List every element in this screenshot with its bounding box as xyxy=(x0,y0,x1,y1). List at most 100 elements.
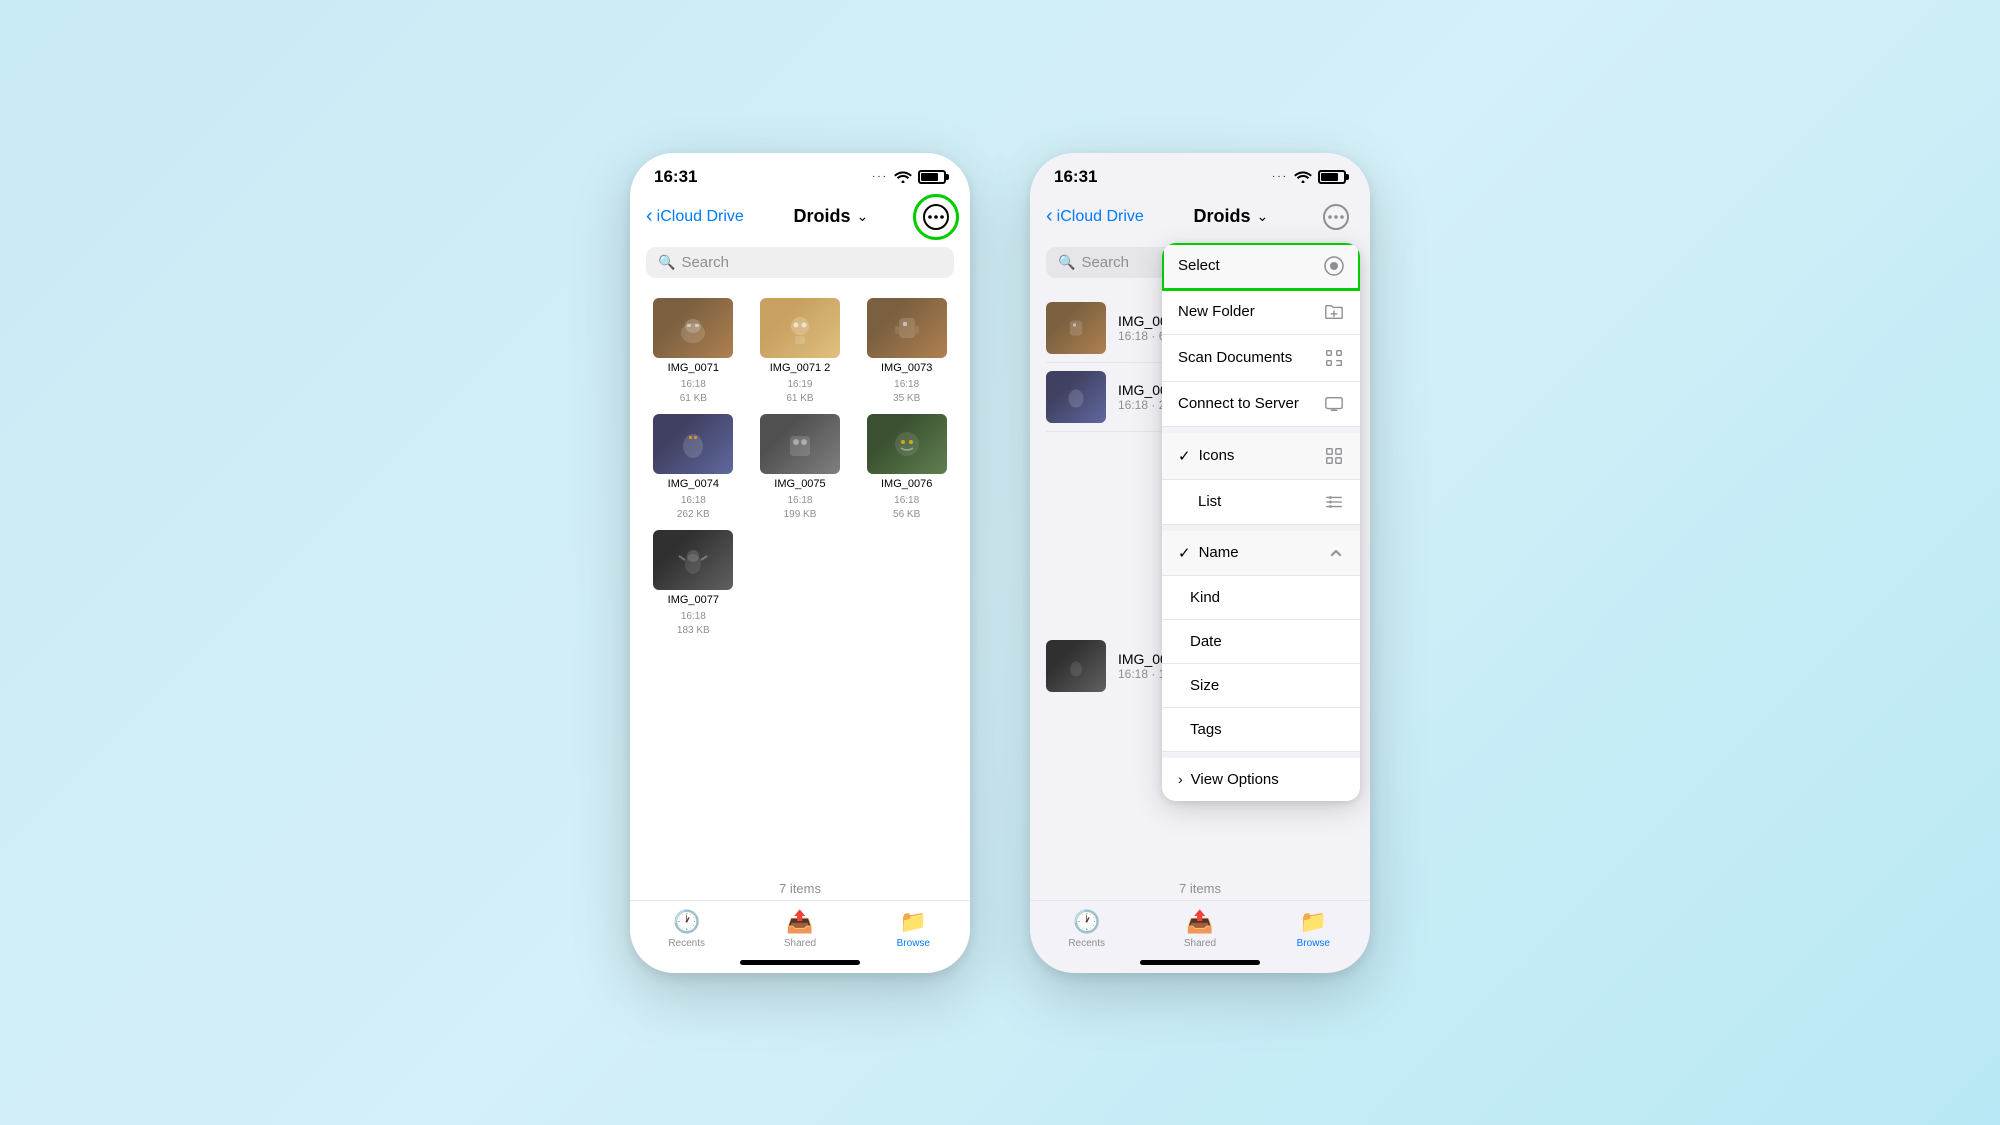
dropdown-item-size[interactable]: Size xyxy=(1162,664,1360,708)
list-icon xyxy=(1324,493,1344,511)
tab-label-browse-left: Browse xyxy=(897,938,930,949)
dropdown-label-list: List xyxy=(1198,493,1221,510)
wifi-icon-right xyxy=(1294,170,1312,183)
dropdown-item-tags[interactable]: Tags xyxy=(1162,708,1360,752)
list-item[interactable]: IMG_0071 2 16:1961 KB xyxy=(753,298,848,406)
shared-icon-right: 📤 xyxy=(1186,909,1213,935)
file-thumbnail-7 xyxy=(653,530,733,590)
back-button-right[interactable]: ‹ iCloud Drive xyxy=(1046,205,1144,228)
status-icons-left: ··· xyxy=(872,170,946,184)
nav-title-right: Droids xyxy=(1194,206,1251,227)
monitor-icon xyxy=(1324,395,1344,413)
dropdown-item-connect-server[interactable]: Connect to Server xyxy=(1162,382,1360,427)
dropdown-label-kind: Kind xyxy=(1190,589,1220,606)
right-thumb-2 xyxy=(1046,371,1106,423)
list-item[interactable]: IMG_0077 16:18183 KB xyxy=(646,530,741,638)
file-name-6: IMG_0076 xyxy=(881,478,932,490)
status-bar-right: 16:31 ··· xyxy=(1030,153,1370,195)
circle-check-icon xyxy=(1324,256,1344,276)
home-indicator-right xyxy=(1030,953,1370,973)
list-item[interactable]: IMG_0076 16:1856 KB xyxy=(859,414,954,522)
tab-recents-right[interactable]: 🕐 Recents xyxy=(1030,909,1143,949)
file-meta-1: 16:1861 KB xyxy=(680,378,707,406)
file-meta-6: 16:1856 KB xyxy=(893,494,920,522)
file-thumbnail-2 xyxy=(760,298,840,358)
search-bar-wrap-left: 🔍 Search xyxy=(630,243,970,286)
chevron-up-icon xyxy=(1328,545,1344,561)
home-indicator-left xyxy=(630,953,970,973)
file-name-3: IMG_0073 xyxy=(881,362,932,374)
tab-label-recents-left: Recents xyxy=(668,938,705,949)
left-phone: 16:31 ··· ‹ iCloud Drive Droids ⌄ xyxy=(630,153,970,973)
list-item[interactable]: IMG_0073 16:1835 KB xyxy=(859,298,954,406)
file-thumbnail-6 xyxy=(867,414,947,474)
dropdown-item-select[interactable]: Select xyxy=(1162,243,1360,290)
tab-recents-left[interactable]: 🕐 Recents xyxy=(630,909,743,949)
dropdown-label-tags: Tags xyxy=(1190,721,1222,738)
file-name-5: IMG_0075 xyxy=(774,478,825,490)
file-thumbnail-5 xyxy=(760,414,840,474)
nav-title-chevron-right: ⌄ xyxy=(1257,208,1269,225)
dropdown-label-new-folder: New Folder xyxy=(1178,303,1255,320)
dropdown-item-view-options[interactable]: › View Options xyxy=(1162,758,1360,801)
battery-icon-left xyxy=(918,170,946,184)
tab-bar-left: 🕐 Recents 📤 Shared 📁 Browse xyxy=(630,900,970,953)
back-chevron-icon: ‹ xyxy=(646,205,653,228)
dropdown-item-icons[interactable]: ✓ Icons xyxy=(1162,433,1360,480)
scan-icon xyxy=(1324,348,1344,368)
dropdown-item-kind[interactable]: Kind xyxy=(1162,576,1360,620)
chevron-right-small: › xyxy=(1178,771,1183,787)
nav-bar-left: ‹ iCloud Drive Droids ⌄ xyxy=(630,195,970,243)
file-name-2: IMG_0071 2 xyxy=(770,362,831,374)
dropdown-item-name[interactable]: ✓ Name xyxy=(1162,531,1360,576)
search-placeholder-left: Search xyxy=(681,254,729,271)
file-meta-4: 16:18262 KB xyxy=(677,494,710,522)
view-options-item-left: › View Options xyxy=(1178,771,1279,788)
right-thumb-3 xyxy=(1046,640,1106,692)
tab-browse-right[interactable]: 📁 Browse xyxy=(1257,909,1370,949)
list-item[interactable]: IMG_0071 16:1861 KB xyxy=(646,298,741,406)
tab-shared-right[interactable]: 📤 Shared xyxy=(1143,909,1256,949)
back-button-left[interactable]: ‹ iCloud Drive xyxy=(646,205,744,228)
more-options-button-right[interactable] xyxy=(1318,199,1354,235)
list-item-left: List xyxy=(1178,493,1221,510)
signal-dots-right: ··· xyxy=(1272,171,1288,182)
file-thumbnail-4 xyxy=(653,414,733,474)
dropdown-item-date[interactable]: Date xyxy=(1162,620,1360,664)
dropdown-menu: Select New Folder Scan Documents xyxy=(1162,243,1360,801)
dropdown-label-select: Select xyxy=(1178,257,1220,274)
nav-bar-right: ‹ iCloud Drive Droids ⌄ xyxy=(1030,195,1370,243)
tab-browse-left[interactable]: 📁 Browse xyxy=(857,909,970,949)
checkmark-icons: ✓ xyxy=(1178,447,1191,465)
dropdown-item-new-folder[interactable]: New Folder xyxy=(1162,290,1360,335)
checkmark-name: ✓ xyxy=(1178,544,1191,562)
home-bar-right xyxy=(1140,960,1260,965)
file-thumbnail-3 xyxy=(867,298,947,358)
tab-shared-left[interactable]: 📤 Shared xyxy=(743,909,856,949)
status-icons-right: ··· xyxy=(1272,170,1346,184)
list-item[interactable]: IMG_0075 16:18199 KB xyxy=(753,414,848,522)
dropdown-item-scan-documents[interactable]: Scan Documents xyxy=(1162,335,1360,382)
signal-dots: ··· xyxy=(872,171,888,182)
right-phone: 16:31 ··· ‹ iCloud Drive Droids ⌄ xyxy=(1030,153,1370,973)
nav-title-area-left: Droids ⌄ xyxy=(744,206,918,227)
tab-label-browse-right: Browse xyxy=(1297,938,1330,949)
nav-title-left: Droids xyxy=(794,206,851,227)
search-bar-left[interactable]: 🔍 Search xyxy=(646,247,954,278)
file-meta-7: 16:18183 KB xyxy=(677,610,710,638)
time-right: 16:31 xyxy=(1054,167,1097,187)
file-name-7: IMG_0077 xyxy=(668,594,719,606)
file-name-4: IMG_0074 xyxy=(668,478,719,490)
nav-title-area-right: Droids ⌄ xyxy=(1144,206,1318,227)
ellipsis-circle-icon-right xyxy=(1323,204,1349,230)
right-thumb-1 xyxy=(1046,302,1106,354)
list-item[interactable]: IMG_0074 16:18262 KB xyxy=(646,414,741,522)
nav-title-chevron: ⌄ xyxy=(857,208,869,225)
item-count-right: 7 items xyxy=(1030,877,1370,900)
file-meta-5: 16:18199 KB xyxy=(784,494,817,522)
file-name-1: IMG_0071 xyxy=(668,362,719,374)
more-options-button[interactable] xyxy=(918,199,954,235)
status-bar-left: 16:31 ··· xyxy=(630,153,970,195)
dropdown-item-list[interactable]: List xyxy=(1162,480,1360,525)
tab-label-recents-right: Recents xyxy=(1068,938,1105,949)
